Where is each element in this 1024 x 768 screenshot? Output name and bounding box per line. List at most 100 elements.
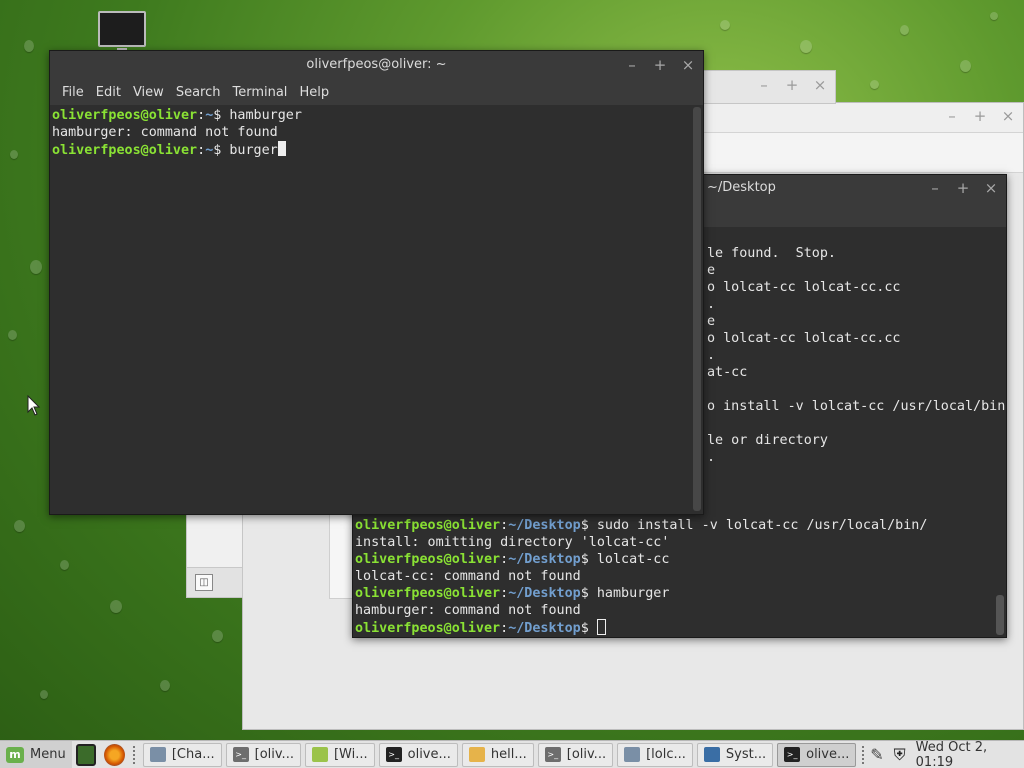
- background-window-strip: [329, 512, 353, 599]
- minimize-icon[interactable]: –: [943, 107, 961, 125]
- terminal-line: oliverfpeos@oliver:~$ burger: [52, 141, 302, 159]
- terminal-line: o install -v lolcat-cc /usr/local/bin: [707, 399, 1006, 414]
- taskbar-button[interactable]: >_ olive...: [777, 742, 857, 767]
- taskbar-button-label: hell...: [490, 747, 527, 762]
- prompt-path: ~/Desktop: [508, 552, 581, 567]
- command-text: $ burger: [213, 143, 278, 158]
- menu-item-edit[interactable]: Edit: [90, 85, 127, 100]
- command-text: $ sudo install -v lolcat-cc /usr/local/b…: [580, 518, 928, 533]
- separator: [862, 745, 866, 764]
- close-icon[interactable]: ×: [679, 51, 697, 79]
- minimize-icon[interactable]: –: [755, 76, 773, 94]
- taskbar-button-label: [oliv...: [566, 747, 607, 762]
- taskbar-button[interactable]: Syst...: [696, 742, 774, 767]
- scrollbar[interactable]: [693, 107, 701, 511]
- sidebar-toggle-icon[interactable]: ◫: [195, 574, 213, 591]
- taskbar-button-label: [oliv...: [254, 747, 294, 762]
- menu-item-view[interactable]: View: [127, 85, 170, 100]
- maximize-icon[interactable]: +: [954, 175, 972, 201]
- terminal-line: hamburger: command not found: [52, 125, 278, 140]
- minimize-icon[interactable]: –: [926, 175, 944, 201]
- terminal-output[interactable]: oliverfpeos@oliver:~/Desktop$ sudo insta…: [355, 517, 927, 637]
- command-text: $ hamburger: [580, 586, 670, 601]
- mint-logo-icon: m: [6, 746, 24, 763]
- terminal-output-partial[interactable]: le found. Stop. e o lolcat-cc lolcat-cc.cc…: [707, 245, 1005, 466]
- clock[interactable]: Wed Oct 2, 01:19: [916, 740, 1018, 768]
- chat-icon: [624, 747, 641, 762]
- show-desktop-icon[interactable]: [75, 743, 97, 766]
- prompt-user: oliverfpeos@oliver: [355, 621, 501, 636]
- maximize-icon[interactable]: +: [783, 76, 801, 94]
- scrollbar[interactable]: [996, 595, 1004, 635]
- terminal-line: oliverfpeos@oliver:~/Desktop$ sudo insta…: [355, 518, 928, 533]
- terminal-line: e: [707, 263, 716, 278]
- terminal-line: .: [707, 297, 716, 312]
- terminal-icon: >_: [544, 747, 561, 762]
- window-title: ~/Desktop: [707, 180, 776, 195]
- mouse-pointer-icon: [27, 395, 41, 416]
- terminal-line: oliverfpeos@oliver:~/Desktop$ hamburger: [355, 586, 670, 601]
- taskbar-button[interactable]: [lolc...: [617, 742, 693, 767]
- taskbar-button[interactable]: >_ [oliv...: [537, 742, 614, 767]
- prompt-user: oliverfpeos@oliver: [355, 518, 501, 533]
- terminal-line: at-cc: [707, 365, 748, 380]
- prompt-path: ~/Desktop: [508, 586, 581, 601]
- computer-icon[interactable]: [98, 11, 146, 52]
- terminal-line: le or directory: [707, 433, 828, 448]
- network-icon[interactable]: ✎: [870, 745, 883, 764]
- text-cursor: [277, 141, 286, 156]
- firefox-icon[interactable]: [104, 743, 125, 766]
- start-menu-button[interactable]: m Menu: [0, 740, 72, 768]
- text-cursor: [596, 619, 606, 635]
- close-icon[interactable]: ×: [811, 76, 829, 94]
- terminal-line: oliverfpeos@oliver:~/Desktop$: [355, 619, 927, 637]
- window-icon: [703, 747, 720, 762]
- command-text: $ hamburger: [213, 108, 302, 123]
- taskbar-button[interactable]: [Cha...: [142, 742, 222, 767]
- taskbar-button-label: olive...: [407, 747, 451, 762]
- maximize-icon[interactable]: +: [651, 51, 669, 79]
- close-icon[interactable]: ×: [999, 107, 1017, 125]
- terminal-line: oliverfpeos@oliver:~$ hamburger: [52, 108, 302, 123]
- taskbar-button-label: Syst...: [725, 747, 767, 762]
- terminal-icon: >_: [232, 747, 249, 762]
- prompt-user: oliverfpeos@oliver: [355, 586, 501, 601]
- terminal-line: .: [707, 450, 716, 465]
- taskbar-button[interactable]: hell...: [461, 742, 534, 767]
- menubar: File Edit View Search Terminal Help: [50, 79, 703, 105]
- file-manager-statusbar: ◫: [187, 567, 242, 597]
- command-text: $ lolcat-cc: [580, 552, 670, 567]
- terminal-icon: >_: [385, 747, 402, 762]
- file-manager-window[interactable]: ◫: [186, 512, 243, 598]
- menu-item-file[interactable]: File: [56, 85, 90, 100]
- terminal-line: e: [707, 314, 716, 329]
- window-list: [Cha... >_ [oliv... [Wi... >_ olive... hell...…: [141, 742, 859, 767]
- menu-item-help[interactable]: Help: [293, 85, 335, 100]
- taskbar-button[interactable]: >_ olive...: [378, 742, 458, 767]
- prompt-path: ~/Desktop: [508, 621, 581, 636]
- prompt-user: oliverfpeos@oliver: [355, 552, 501, 567]
- window-title: oliverfpeos@oliver: ~: [306, 57, 447, 72]
- terminal-line: install: omitting directory 'lolcat-cc': [355, 535, 670, 550]
- taskbar: m Menu [Cha... >_ [oliv... [Wi... >_ olive...…: [0, 740, 1024, 768]
- system-tray: ✎ ⛨ Wed Oct 2, 01:19: [870, 740, 1024, 768]
- terminal-line: o lolcat-cc lolcat-cc.cc: [707, 331, 901, 346]
- taskbar-button-label: [Cha...: [171, 747, 215, 762]
- taskbar-button[interactable]: [Wi...: [304, 742, 375, 767]
- home-terminal-window[interactable]: oliverfpeos@oliver: ~ – + × File Edit View Se…: [49, 50, 704, 515]
- home-terminal-titlebar[interactable]: oliverfpeos@oliver: ~ – + ×: [50, 51, 703, 79]
- terminal-line: hamburger: command not found: [355, 603, 581, 618]
- close-icon[interactable]: ×: [982, 175, 1000, 201]
- shield-icon[interactable]: ⛨: [894, 745, 906, 765]
- terminal-line: le found. Stop.: [707, 246, 836, 261]
- minimize-icon[interactable]: –: [623, 51, 641, 79]
- taskbar-button-label: olive...: [806, 747, 850, 762]
- command-text: $: [580, 621, 597, 636]
- prompt-path: ~/Desktop: [508, 518, 581, 533]
- terminal-output[interactable]: oliverfpeos@oliver:~$ hamburger hamburger…: [52, 107, 302, 159]
- maximize-icon[interactable]: +: [971, 107, 989, 125]
- menu-item-search[interactable]: Search: [170, 85, 227, 100]
- taskbar-button[interactable]: >_ [oliv...: [225, 742, 301, 767]
- menu-item-terminal[interactable]: Terminal: [226, 85, 293, 100]
